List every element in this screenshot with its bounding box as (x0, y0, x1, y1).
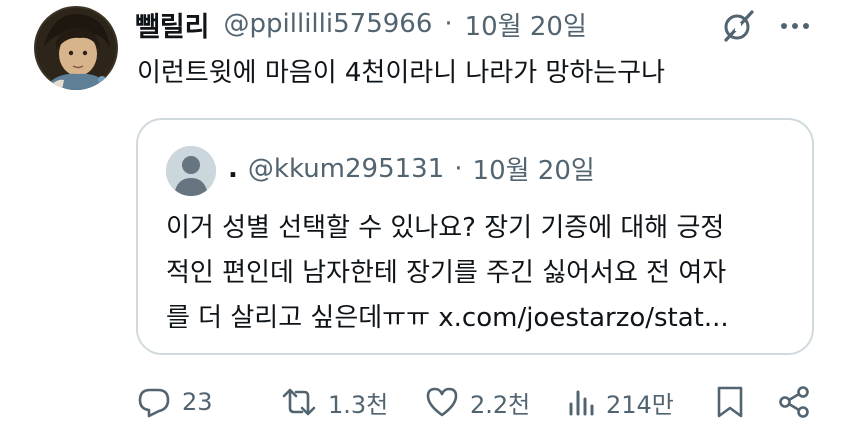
reply-icon (136, 384, 172, 420)
like-button[interactable]: 2.2천 (424, 380, 530, 424)
like-count: 2.2천 (470, 390, 531, 419)
author-handle[interactable]: @ppillilli575966 (224, 9, 433, 39)
bookmark-button[interactable] (714, 380, 746, 424)
quoted-author-handle[interactable]: @kkum295131 (248, 154, 444, 184)
header-separator: · (444, 9, 453, 39)
author-display-name[interactable]: 뺄릴리 (135, 5, 210, 44)
quoted-author-avatar[interactable] (166, 146, 216, 196)
quoted-tweet-text: 이거 성별 선택할 수 있나요? 장기 기증에 대해 긍정 적인 편인데 남자한… (166, 206, 796, 341)
quoted-author-display-name[interactable]: . (228, 154, 238, 184)
quoted-tweet-header: . @kkum295131 · 10월 20일 (228, 150, 595, 187)
share-button[interactable] (776, 380, 812, 424)
tweet-action-bar: 23 1.3천 2.2천 214만 (136, 380, 822, 424)
quoted-text-line: 를 더 살리고 싶은데ㅠㅠ x.com/joestarzo/stat... (166, 303, 729, 333)
tweet-date[interactable]: 10월 20일 (465, 6, 587, 43)
quoted-tweet-date[interactable]: 10월 20일 (473, 150, 595, 187)
heart-icon (424, 384, 460, 420)
quoted-text-line: 적인 편인데 남자한테 장기를 주긴 싫어서요 전 여자 (166, 258, 727, 288)
views-count: 214만 (606, 390, 674, 419)
bookmark-icon (714, 384, 746, 420)
reply-button[interactable]: 23 (136, 380, 213, 424)
views-chart-icon (566, 384, 596, 420)
views-button[interactable]: 214만 (566, 380, 674, 424)
tweet-text: 이런트윗에 마음이 4천이라니 나라가 망하는구나 (137, 58, 666, 88)
retweet-icon (280, 384, 318, 420)
quoted-tweet-card[interactable]: . @kkum295131 · 10월 20일 이거 성별 선택할 수 있나요?… (136, 118, 814, 355)
grok-icon[interactable] (718, 6, 758, 46)
retweet-count: 1.3천 (328, 390, 389, 419)
quoted-text-line: 이거 성별 선택할 수 있나요? 장기 기증에 대해 긍정 (166, 213, 725, 243)
reply-count: 23 (182, 388, 213, 416)
share-icon (776, 384, 812, 420)
retweet-button[interactable]: 1.3천 (280, 380, 388, 424)
more-dots-icon[interactable] (775, 8, 815, 44)
author-avatar[interactable] (34, 6, 118, 90)
quoted-header-separator: · (454, 153, 463, 184)
tweet-header: 뺄릴리 @ppillilli575966 · 10월 20일 (135, 4, 587, 44)
